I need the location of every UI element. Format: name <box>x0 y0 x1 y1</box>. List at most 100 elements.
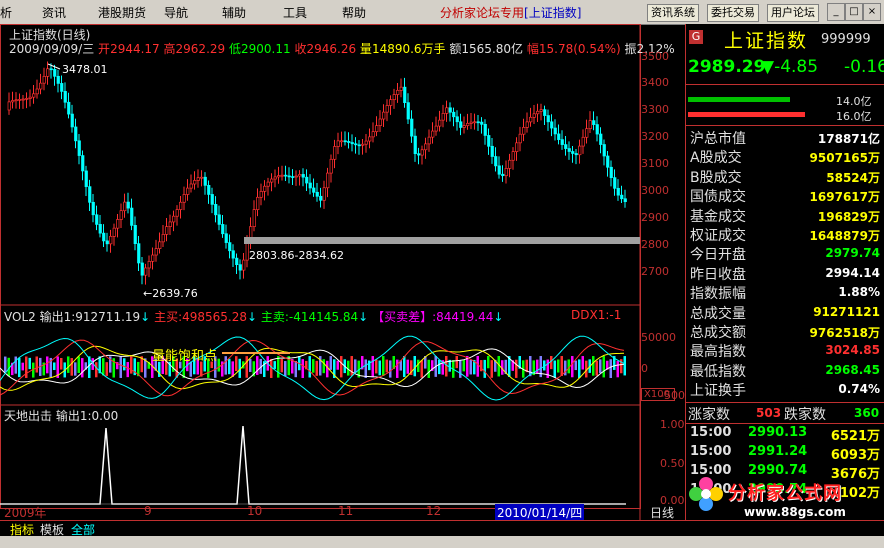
menu-item-navigate[interactable]: 导航 <box>164 4 188 21</box>
quote-row: 今日开盘 2979.74 <box>688 244 882 263</box>
open-label: 开 <box>98 42 111 56</box>
minimize-icon[interactable]: _ <box>827 3 845 21</box>
candle-body <box>518 133 522 144</box>
tick-volume: 102万 <box>839 486 880 501</box>
volume-bar <box>326 360 329 378</box>
candle-body <box>410 118 414 137</box>
volume-bar <box>273 361 276 369</box>
volume-bar <box>385 359 388 373</box>
close-icon[interactable]: × <box>863 3 881 21</box>
vol-value: 14890.6万手 <box>371 42 446 56</box>
period-label[interactable]: 日线 <box>650 504 674 521</box>
candle-body <box>35 88 39 95</box>
candle-body <box>67 101 71 115</box>
candle-body <box>609 166 613 178</box>
candle-body <box>126 201 130 209</box>
watermark-url: www.88gs.com <box>744 505 846 519</box>
candle-body <box>137 243 141 264</box>
menu-item-hk-futures[interactable]: 港股期货 <box>98 4 146 21</box>
trade-button[interactable]: 委托交易 <box>707 4 759 22</box>
close-value: 2946.26 <box>306 42 357 56</box>
candle-body <box>403 86 407 103</box>
vol-y-tick: 50000 <box>641 331 676 344</box>
volume-bar <box>602 356 605 378</box>
menu-item-tools[interactable]: 工具 <box>283 4 307 21</box>
forum-button[interactable]: 用户论坛 <box>767 4 819 22</box>
volume-bar <box>67 356 70 373</box>
volume-bar <box>581 356 584 370</box>
quote-row: 最高指数 3024.85 <box>688 341 882 360</box>
volume-bar <box>340 356 343 378</box>
volume-bar <box>224 356 227 375</box>
bottom-tab-bar: 指标 模板 全部 <box>0 520 884 537</box>
menu-item-analysis[interactable]: 析 <box>0 4 12 21</box>
candle-body <box>494 156 498 167</box>
cursor-date: 2010/01/14/四 <box>495 504 585 521</box>
candle-body <box>179 201 183 210</box>
volume-bar <box>21 362 24 371</box>
high-mark: 3478.01 <box>62 63 108 76</box>
candle-body <box>14 99 18 102</box>
candle-body <box>480 121 484 125</box>
candle-body <box>588 120 592 130</box>
volume-bar <box>277 356 280 378</box>
candle-body <box>193 180 197 185</box>
candle-body <box>473 121 477 124</box>
candle-body <box>336 140 340 147</box>
candle-body <box>574 153 578 156</box>
candle-body <box>595 124 599 135</box>
quote-row: 昨日收盘 2994.14 <box>688 264 882 283</box>
scale-label: X100 <box>641 388 675 401</box>
vol-sell: 主卖:-414145.84 <box>260 310 359 324</box>
candle-body <box>11 100 15 103</box>
chg-value: 15.78(0.54%) <box>538 42 621 56</box>
candle-body <box>200 176 204 179</box>
candle-body <box>511 151 515 161</box>
volume-bar <box>312 359 315 373</box>
quote-row-value: 1.88% <box>838 285 880 300</box>
candle-body <box>315 191 319 197</box>
candle-body <box>571 151 575 154</box>
volume-bar <box>536 359 539 374</box>
candle-body <box>459 121 463 128</box>
news-system-button[interactable]: 资讯系统 <box>647 4 699 22</box>
candle-body <box>406 102 410 120</box>
volume-bar <box>571 356 574 378</box>
g-icon[interactable]: G <box>689 30 703 44</box>
candle-body <box>277 175 281 178</box>
menu-item-news[interactable]: 资讯 <box>42 4 66 21</box>
ind-name: 天地出击 <box>4 409 53 423</box>
candle-body <box>536 110 540 115</box>
candle-body <box>350 142 354 145</box>
quote-row-label: 基金成交 <box>690 208 746 225</box>
quote-row-label: 权证成交 <box>690 228 746 244</box>
volume-bar <box>389 360 392 378</box>
chart-canvas[interactable] <box>0 24 684 520</box>
candle-body <box>455 116 459 123</box>
candle-body <box>438 119 442 127</box>
volume-bar <box>455 356 458 369</box>
x-label: 11 <box>338 504 354 518</box>
candle-body <box>424 143 428 151</box>
volume-bar <box>60 357 63 370</box>
candle-body <box>231 250 235 259</box>
volume-bar <box>126 362 129 378</box>
volume-bar <box>490 360 493 378</box>
volume-bar <box>403 356 406 378</box>
candle-body <box>151 254 155 262</box>
volume-bar <box>315 360 318 376</box>
candle-body <box>172 215 176 223</box>
candle-body <box>375 125 379 133</box>
menu-item-help[interactable]: 帮助 <box>342 4 366 21</box>
up-count: 503 <box>756 406 782 420</box>
maximize-icon[interactable]: □ <box>845 3 863 21</box>
taskbar <box>0 536 884 548</box>
candle-body <box>553 127 557 135</box>
close-label: 收 <box>294 42 307 56</box>
chart-area[interactable]: 上证指数(日线) 2009/09/09/三 开2944.17 高2962.29 … <box>0 24 699 521</box>
quote-row-value: 2994.14 <box>825 265 880 280</box>
quote-row-label: 国债成交 <box>690 189 746 206</box>
ohlc-info: 2009/09/09/三 开2944.17 高2962.29 低2900.11 … <box>9 40 675 57</box>
volume-bar <box>284 361 287 377</box>
menu-item-assist[interactable]: 辅助 <box>222 4 246 21</box>
